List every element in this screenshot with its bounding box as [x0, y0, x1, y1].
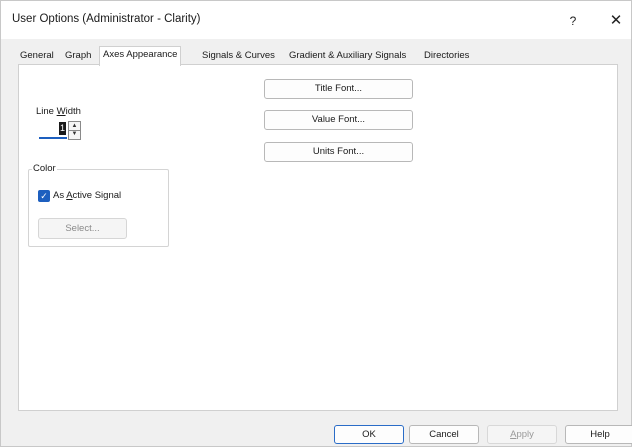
- as-active-signal-label: As Active Signal: [53, 190, 122, 201]
- line-width-input[interactable]: 1: [39, 121, 67, 139]
- help-icon[interactable]: ?: [560, 10, 586, 32]
- window-title: User Options (Administrator - Clarity): [12, 13, 201, 25]
- value-font-button[interactable]: Value Font...: [264, 110, 413, 130]
- line-width-label: Line Width: [36, 106, 81, 117]
- title-font-button[interactable]: Title Font...: [264, 79, 413, 99]
- units-font-button[interactable]: Units Font...: [264, 142, 413, 162]
- tab-general[interactable]: General: [17, 48, 57, 64]
- axes-appearance-panel: Line Width 1 ▲ ▼ Color ✓ As Active Signa…: [18, 64, 618, 411]
- spin-down-icon[interactable]: ▼: [69, 130, 80, 138]
- ok-button[interactable]: OK: [334, 425, 404, 444]
- tab-gradient-auxiliary-signals[interactable]: Gradient & Auxiliary Signals: [286, 48, 409, 64]
- close-icon[interactable]: ✕: [603, 10, 629, 32]
- tab-graph[interactable]: Graph: [62, 48, 94, 64]
- tab-signals-curves[interactable]: Signals & Curves: [199, 48, 278, 64]
- tab-directories[interactable]: Directories: [421, 48, 472, 64]
- as-active-signal-checkbox[interactable]: ✓: [38, 190, 50, 202]
- cancel-button[interactable]: Cancel: [409, 425, 479, 444]
- tab-axes-appearance[interactable]: Axes Appearance: [99, 46, 182, 66]
- line-width-spin-buttons: ▲ ▼: [68, 121, 81, 140]
- user-options-dialog: User Options (Administrator - Clarity) ?…: [0, 0, 632, 447]
- color-group-legend: Color: [32, 163, 57, 174]
- apply-button[interactable]: Apply: [487, 425, 557, 444]
- line-width-spinner: 1 ▲ ▼: [39, 121, 87, 140]
- line-width-value: 1: [58, 122, 66, 135]
- color-groupbox: Color ✓ As Active Signal Select...: [28, 163, 169, 247]
- select-color-button[interactable]: Select...: [38, 218, 127, 239]
- title-bar: User Options (Administrator - Clarity) ?…: [1, 1, 631, 39]
- help-button[interactable]: Help: [565, 425, 632, 444]
